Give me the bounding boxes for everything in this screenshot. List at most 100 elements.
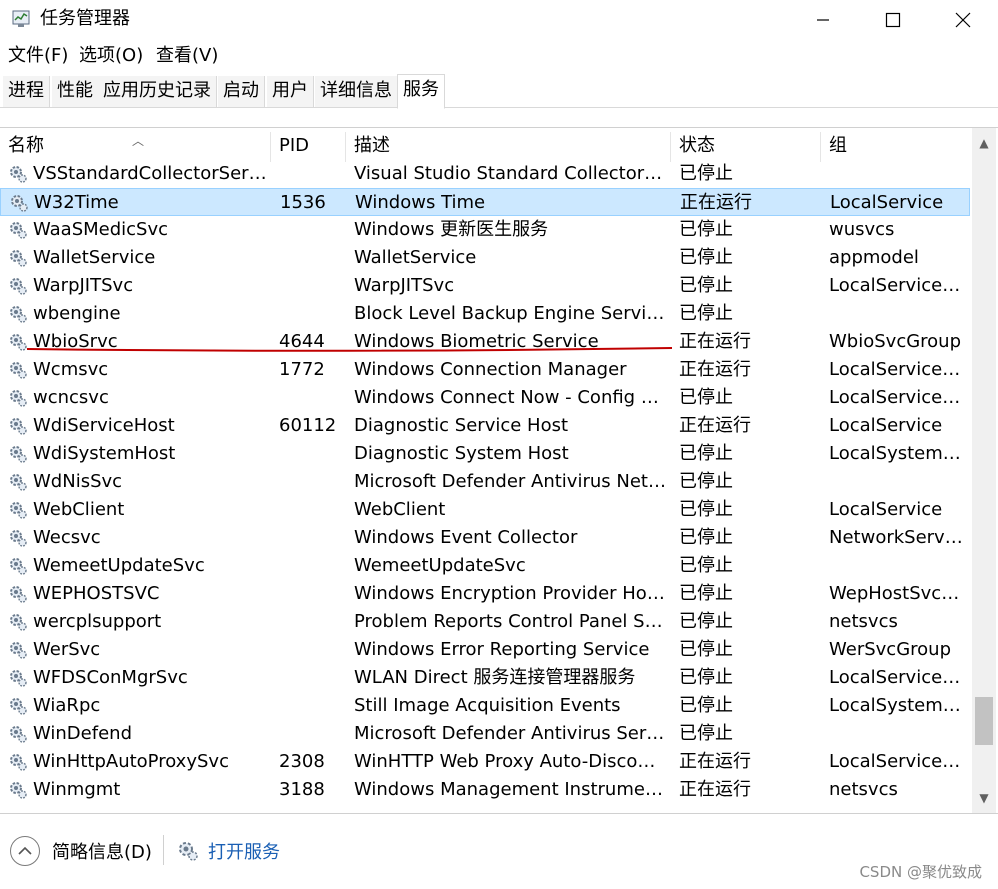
tab-processes[interactable]: 进程 [3, 76, 50, 107]
service-group: wusvcs [829, 219, 895, 240]
footer-bar: 简略信息(D) 打开服务 CSDN @聚优致成 [0, 815, 998, 889]
service-group [829, 552, 967, 580]
maximize-icon [885, 12, 901, 28]
table-row[interactable]: WiaRpc Still Image Acquisition Events 已停止 L… [0, 692, 970, 720]
table-row[interactable]: WerSvc Windows Error Reporting Service 已停止… [0, 636, 970, 664]
services-gear-icon [179, 842, 198, 861]
service-gear-icon [8, 696, 28, 716]
fewer-details-button[interactable]: 简略信息(D) [10, 835, 152, 867]
service-status: 已停止 [679, 247, 733, 268]
watermark: CSDN @聚优致成 [859, 863, 982, 881]
table-row[interactable]: wbengine Block Level Backup Engine Servic… [0, 300, 970, 328]
service-gear-icon [8, 472, 28, 492]
close-button[interactable] [928, 0, 998, 40]
service-gear-icon [8, 388, 28, 408]
service-description: Microsoft Defender Antivirus Servi... [354, 723, 666, 744]
tab-performance[interactable]: 性能 [52, 76, 99, 107]
table-row[interactable]: wcncsvc Windows Connect Now - Config R...… [0, 384, 970, 412]
service-status: 已停止 [679, 583, 733, 604]
open-services-link[interactable]: 打开服务 [176, 835, 280, 867]
column-header-status[interactable]: 状态 [671, 132, 821, 162]
service-description: Windows Connect Now - Config R... [354, 387, 666, 408]
service-pid [279, 692, 343, 720]
footer-divider [163, 835, 164, 865]
service-status: 正在运行 [679, 415, 751, 436]
service-name: WdiServiceHost [33, 415, 175, 436]
service-group: appmodel [829, 247, 919, 268]
service-description: Diagnostic Service Host [354, 415, 569, 436]
table-row[interactable]: WinHttpAutoProxySvc 2308 WinHTTP Web Proxy… [0, 748, 970, 776]
table-row[interactable]: WemeetUpdateSvc WemeetUpdateSvc 已停止 [0, 552, 970, 580]
table-row[interactable]: Winmgmt 3188 Windows Management Instrument… [0, 776, 970, 804]
service-pid [279, 636, 343, 664]
service-pid [279, 216, 343, 244]
service-status: 已停止 [679, 611, 733, 632]
scrollbar-thumb[interactable] [975, 697, 993, 745]
menu-file[interactable]: 文件(F) [8, 44, 68, 68]
table-row[interactable]: Wcmsvc 1772 Windows Connection Manager 正在运行… [0, 356, 970, 384]
table-row[interactable]: WaaSMedicSvc Windows 更新医生服务 已停止 wusvcs [0, 216, 970, 244]
table-row[interactable]: WdiServiceHost 60112 Diagnostic Service Ho… [0, 412, 970, 440]
service-group: WerSvcGroup [829, 639, 951, 660]
scroll-up-arrow-icon[interactable]: ▲ [972, 136, 996, 156]
service-status: 已停止 [679, 163, 733, 184]
service-group: LocalServiceA... [829, 387, 967, 408]
service-pid: 60112 [279, 415, 337, 436]
maximize-button[interactable] [858, 0, 928, 40]
service-group: LocalService [829, 415, 943, 436]
table-row[interactable]: WdNisSvc Microsoft Defender Antivirus Net… [0, 468, 970, 496]
minimize-button[interactable] [788, 0, 858, 40]
service-gear-icon [8, 640, 28, 660]
service-gear-icon [8, 612, 28, 632]
table-row[interactable]: VSStandardCollectorServi... Visual Studio… [0, 160, 970, 188]
table-row[interactable]: Wecsvc Windows Event Collector 已停止 NetworkS… [0, 524, 970, 552]
scroll-down-arrow-icon[interactable]: ▼ [972, 791, 996, 811]
table-row[interactable]: WebClient WebClient 已停止 LocalService [0, 496, 970, 524]
table-row[interactable]: WFDSConMgrSvc WLAN Direct 服务连接管理器服务 已停止 Loc… [0, 664, 970, 692]
service-description: WebClient [354, 499, 446, 520]
service-pid: 1772 [279, 359, 325, 380]
task-manager-app-icon [12, 10, 30, 27]
service-pid [279, 300, 343, 328]
service-gear-icon [8, 668, 28, 688]
title-bar: 任务管理器 [0, 0, 998, 40]
service-group [829, 468, 967, 496]
tab-details[interactable]: 详细信息 [315, 76, 398, 107]
table-row[interactable]: WalletService WalletService 已停止 appmodel [0, 244, 970, 272]
service-gear-icon [8, 332, 28, 352]
service-name: WinDefend [33, 723, 132, 744]
menu-view[interactable]: 查看(V) [156, 44, 218, 68]
menu-options[interactable]: 选项(O) [79, 44, 143, 68]
table-row[interactable]: WarpJITSvc WarpJITSvc 已停止 LocalServiceN... [0, 272, 970, 300]
service-gear-icon [8, 528, 28, 548]
service-name: WaaSMedicSvc [33, 219, 169, 240]
column-header-name[interactable]: 名称 ︿ [0, 132, 271, 162]
tab-app-history[interactable]: 应用历史记录 [98, 76, 217, 107]
service-group: LocalService [829, 499, 943, 520]
service-group: LocalSystemN... [829, 695, 967, 716]
table-row[interactable]: WdiSystemHost Diagnostic System Host 已停止 Lo… [0, 440, 970, 468]
column-header-description[interactable]: 描述 [346, 132, 671, 162]
table-row[interactable]: WEPHOSTSVC Windows Encryption Provider Ho… [0, 580, 970, 608]
service-pid [279, 160, 343, 188]
service-name: WarpJITSvc [33, 275, 134, 296]
service-name: WerSvc [33, 639, 101, 660]
service-pid [279, 272, 343, 300]
fewer-details-label: 简略信息(D) [52, 842, 152, 863]
table-row[interactable]: W32Time 1536 Windows Time 正在运行 LocalService [0, 188, 970, 216]
service-group [829, 720, 967, 748]
service-description: Windows Encryption Provider Host... [354, 583, 666, 604]
table-row[interactable]: wercplsupport Problem Reports Control Pan… [0, 608, 970, 636]
column-header-group[interactable]: 组 [821, 132, 970, 162]
tab-startup[interactable]: 启动 [218, 76, 265, 107]
service-gear-icon [8, 164, 28, 184]
table-row[interactable]: WinDefend Microsoft Defender Antivirus Se… [0, 720, 970, 748]
service-name: wercplsupport [33, 611, 162, 632]
service-gear-icon [8, 752, 28, 772]
service-group: LocalServiceN... [829, 751, 967, 772]
column-header-pid[interactable]: PID [271, 132, 346, 162]
tab-services[interactable]: 服务 [397, 74, 445, 109]
tab-users[interactable]: 用户 [267, 76, 314, 107]
service-name: wcncsvc [33, 387, 109, 408]
service-name: WFDSConMgrSvc [33, 667, 188, 688]
